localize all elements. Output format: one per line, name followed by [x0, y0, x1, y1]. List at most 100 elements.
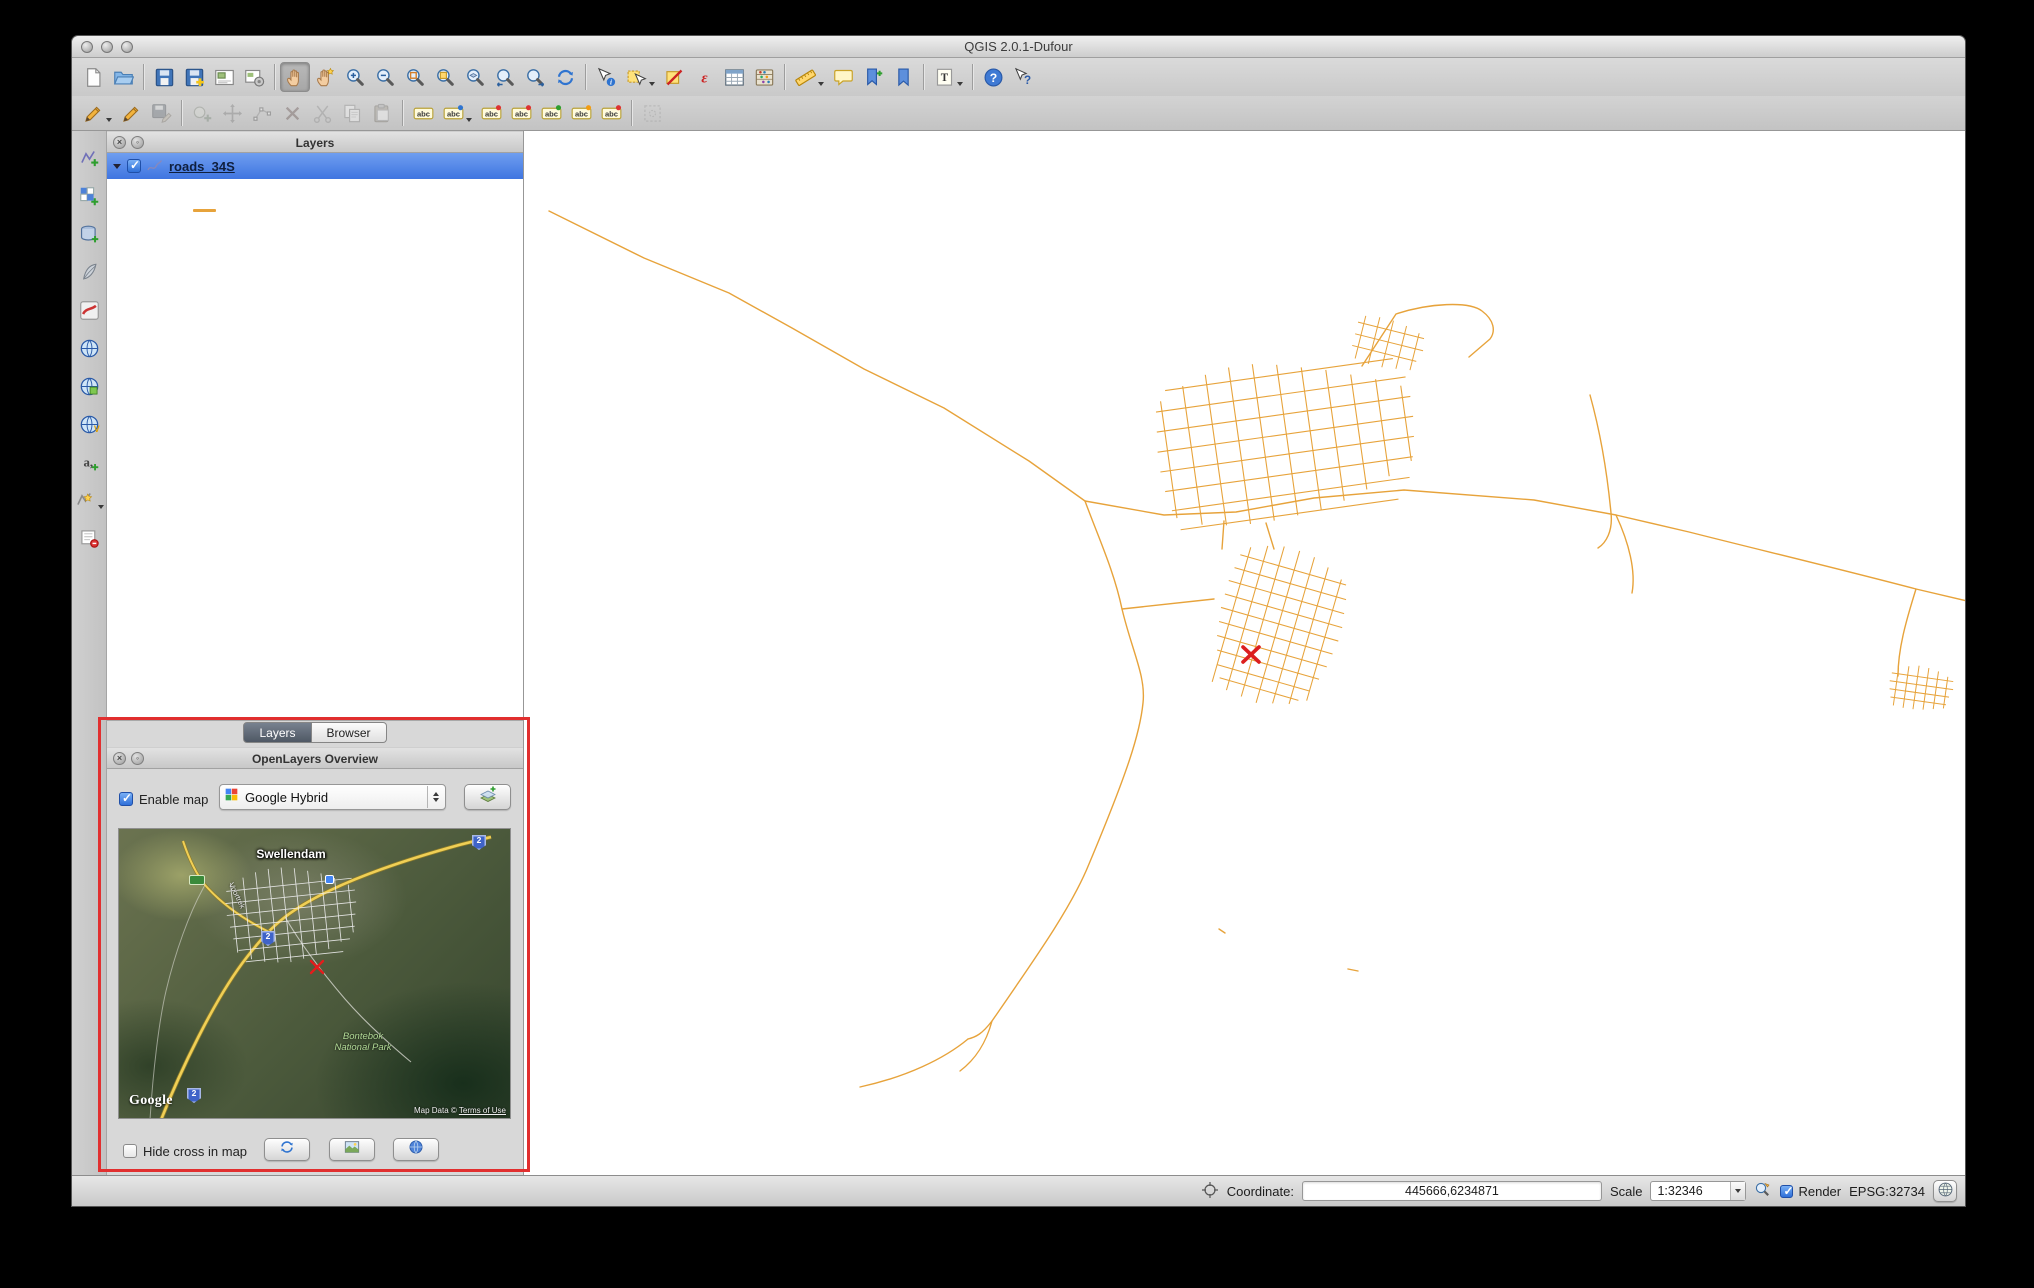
layer-row[interactable]: roads_34S	[107, 153, 523, 179]
zoom-in-button[interactable]	[340, 62, 370, 92]
title-bar[interactable]: QGIS 2.0.1-Dufour	[72, 36, 1965, 58]
save-project-as-button[interactable]	[179, 62, 209, 92]
map-type-select[interactable]: Google Hybrid	[219, 784, 446, 810]
pan-to-selection-button[interactable]	[310, 62, 340, 92]
field-calculator-button[interactable]	[749, 62, 779, 92]
new-bookmark-button[interactable]	[858, 62, 888, 92]
current-edits-button[interactable]	[78, 98, 116, 128]
map-tips-button[interactable]	[828, 62, 858, 92]
open-attribute-table-button[interactable]	[719, 62, 749, 92]
new-print-composer-button[interactable]	[209, 62, 239, 92]
layers-panel-header: × ◦ Layers	[107, 131, 523, 153]
scale-dropdown-arrow[interactable]	[1730, 1182, 1745, 1200]
scale-combo[interactable]: 1:32346	[1650, 1181, 1746, 1201]
zoom-to-selection-button[interactable]	[430, 62, 460, 92]
move-label-button[interactable]: abc	[536, 98, 566, 128]
overview-panel-float-icon[interactable]: ◦	[131, 752, 144, 765]
rotate-label-button[interactable]: abc	[566, 98, 596, 128]
select-stepper[interactable]	[427, 786, 443, 808]
pan-map-button[interactable]	[280, 62, 310, 92]
add-openlayers-layer-button[interactable]	[464, 784, 511, 810]
layers-panel-close-icon[interactable]: ×	[113, 136, 126, 149]
highlight-labels-button[interactable]: abc	[506, 98, 536, 128]
toggle-editing-button[interactable]	[116, 98, 146, 128]
refresh-map-button[interactable]	[264, 1138, 310, 1161]
change-label-button[interactable]: abc	[596, 98, 626, 128]
mouse-position-icon[interactable]	[1201, 1181, 1219, 1202]
deselect-features-button[interactable]	[659, 62, 689, 92]
hide-cross-checkbox[interactable]	[123, 1144, 137, 1158]
add-wms-layer-button[interactable]	[74, 333, 104, 363]
select-by-expression-button[interactable]: ε	[689, 62, 719, 92]
map-canvas[interactable]	[524, 131, 1966, 1177]
overview-panel-title: OpenLayers Overview	[252, 752, 378, 766]
zoom-window-button[interactable]	[121, 41, 133, 53]
add-spatialite-layer-button[interactable]	[74, 257, 104, 287]
minimize-window-button[interactable]	[101, 41, 113, 53]
abc-dot-red-icon: abc	[601, 103, 622, 124]
zoom-to-layer-button[interactable]	[460, 62, 490, 92]
delimited-text-icon: a,	[79, 452, 100, 473]
measure-line-button[interactable]	[790, 62, 828, 92]
current-edits-dropdown-arrow[interactable]	[106, 118, 112, 122]
show-bookmarks-button[interactable]	[888, 62, 918, 92]
close-window-button[interactable]	[81, 41, 93, 53]
crs-globe-icon	[1937, 1181, 1954, 1201]
add-wfs-layer-button[interactable]: V	[74, 409, 104, 439]
layer-symbology-swatch[interactable]	[193, 209, 216, 212]
add-mssql-layer-button[interactable]	[74, 295, 104, 325]
new-shapefile-layer-dropdown-arrow[interactable]	[98, 505, 104, 509]
zoom-full-button[interactable]	[400, 62, 430, 92]
remove-layer-icon	[79, 528, 100, 549]
select-features-dropdown-arrow[interactable]	[649, 82, 655, 86]
digitizing-toolbar: abcabcabcabcabcabcabc	[72, 96, 1965, 131]
zoom-next-icon	[525, 67, 546, 88]
zoom-last-button[interactable]	[490, 62, 520, 92]
vector-plus-icon	[79, 148, 100, 169]
layers-panel-float-icon[interactable]: ◦	[131, 136, 144, 149]
add-delimited-text-layer-button[interactable]: a,	[74, 447, 104, 477]
remove-layer-button[interactable]	[74, 523, 104, 553]
whatsthis-icon: ?	[1013, 67, 1034, 88]
label-options-dropdown-arrow[interactable]	[466, 118, 472, 122]
bubble-icon	[833, 67, 854, 88]
tab-layers[interactable]: Layers	[243, 722, 311, 743]
tab-browser[interactable]: Browser	[312, 722, 387, 743]
new-project-button[interactable]	[78, 62, 108, 92]
layer-visibility-checkbox[interactable]	[127, 159, 141, 173]
add-raster-layer-button[interactable]	[74, 181, 104, 211]
crs-status-button[interactable]	[1933, 1180, 1957, 1202]
identify-features-button[interactable]: i	[591, 62, 621, 92]
refresh-button[interactable]	[550, 62, 580, 92]
pin-labels-button[interactable]: abc	[476, 98, 506, 128]
help-contents-button[interactable]: ?	[978, 62, 1008, 92]
composer-manager-button[interactable]	[239, 62, 269, 92]
expand-arrow-icon[interactable]	[113, 164, 121, 169]
overview-panel-close-icon[interactable]: ×	[113, 752, 126, 765]
save-project-button[interactable]	[149, 62, 179, 92]
overview-map[interactable]: Swellendam Voortrek 2 2 2 Bontebok Natio…	[118, 828, 511, 1119]
toolbar-separator	[784, 64, 785, 90]
globe-tool-button[interactable]	[393, 1138, 439, 1161]
labeling-button[interactable]: abc	[408, 98, 438, 128]
text-annotation-button[interactable]: T	[929, 62, 967, 92]
add-vector-layer-button[interactable]	[74, 143, 104, 173]
layer-name[interactable]: roads_34S	[169, 159, 235, 174]
whats-this-button[interactable]: ?	[1008, 62, 1038, 92]
zoom-next-button[interactable]	[520, 62, 550, 92]
open-project-button[interactable]	[108, 62, 138, 92]
coordinate-input[interactable]: 445666,6234871	[1302, 1181, 1602, 1201]
new-shapefile-layer-button[interactable]	[74, 485, 104, 515]
add-postgis-layer-button[interactable]	[74, 219, 104, 249]
label-options-button[interactable]: abc	[438, 98, 476, 128]
enable-map-checkbox[interactable]	[119, 792, 133, 806]
text-annotation-dropdown-arrow[interactable]	[957, 82, 963, 86]
add-wcs-layer-button[interactable]	[74, 371, 104, 401]
overview-panel-header: × ◦ OpenLayers Overview	[107, 747, 523, 769]
select-features-button[interactable]	[621, 62, 659, 92]
measure-line-dropdown-arrow[interactable]	[818, 82, 824, 86]
zoom-out-button[interactable]	[370, 62, 400, 92]
scale-magnifier-icon[interactable]	[1754, 1181, 1772, 1202]
render-checkbox[interactable]	[1780, 1185, 1793, 1198]
image-capture-button[interactable]	[329, 1138, 375, 1161]
